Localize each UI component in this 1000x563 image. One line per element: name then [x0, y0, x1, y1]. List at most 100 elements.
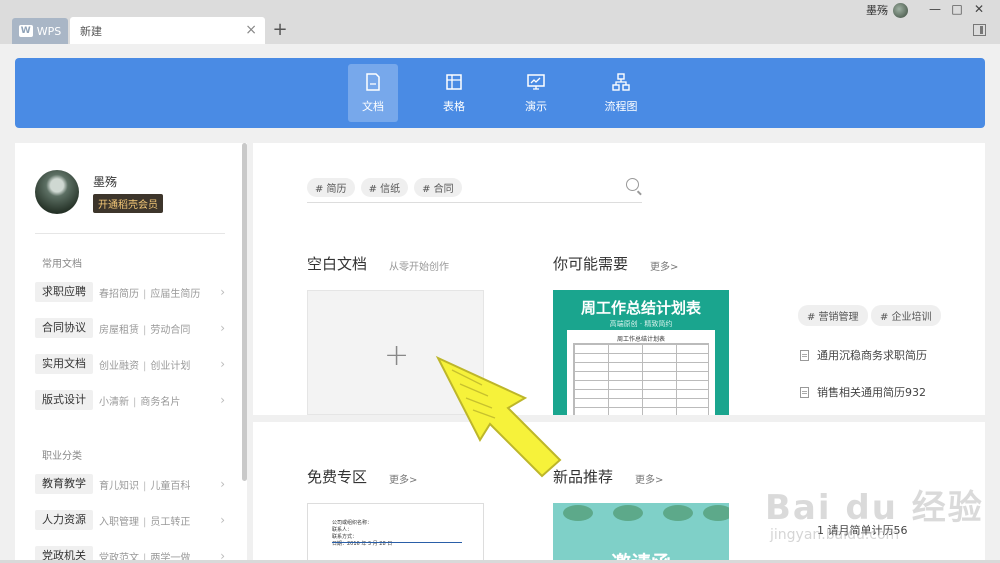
- vip-button[interactable]: 开通稻壳会员: [93, 194, 163, 213]
- search-tag[interactable]: # 信纸: [360, 177, 409, 197]
- free-card-rule: [332, 542, 462, 543]
- tab-wps[interactable]: W WPS: [12, 18, 68, 44]
- new-template-card[interactable]: 邀请函: [553, 503, 729, 563]
- template-preview: 周工作总结计划表: [567, 330, 715, 415]
- free-zone-title: 免费专区: [307, 468, 368, 486]
- recommend-tag[interactable]: # 企业培训: [871, 305, 941, 326]
- chevron-right-icon: ›: [220, 477, 225, 491]
- leaf-decoration: [663, 505, 693, 521]
- recommend-link-label: 通用沉稳商务求职简历: [817, 349, 927, 362]
- category-label[interactable]: 人力资源: [35, 510, 93, 530]
- divider: [35, 233, 225, 234]
- nav-table[interactable]: 表格: [429, 64, 479, 122]
- sidebar-scrollbar[interactable]: [242, 143, 247, 481]
- blank-doc-title: 空白文档: [307, 255, 368, 273]
- user-menu[interactable]: 墨殇: [866, 2, 908, 18]
- subcategory-link[interactable]: 商务名片: [140, 397, 180, 408]
- avatar-small: [893, 2, 908, 18]
- template-preview-title: 周工作总结计划表: [616, 336, 665, 343]
- sidebar-row[interactable]: 教育教学 育儿知识 | 儿童百科 ›: [35, 473, 225, 495]
- window-controls: — □ ✕: [924, 0, 990, 18]
- sidebar: 墨殇 开通稻壳会员 常用文档 求职应聘 春招简历 | 应届生简历 › 合同协议 房屋…: [15, 143, 247, 563]
- category-label[interactable]: 实用文档: [35, 354, 93, 374]
- template-title: 周工作总结计划表: [580, 299, 701, 317]
- subcategories: 房屋租赁 | 劳动合同: [99, 324, 191, 336]
- presentation-icon: [527, 74, 545, 90]
- nav-presentation[interactable]: 演示: [511, 64, 561, 122]
- tab-new-label: 新建: [80, 24, 102, 38]
- template-subtitle: 高端原创 · 精致简约: [609, 320, 673, 328]
- chevron-right-icon: ›: [220, 513, 225, 527]
- user-name-top: 墨殇: [866, 4, 888, 17]
- recommend-tag[interactable]: # 营销管理: [798, 305, 868, 326]
- user-name: 墨殇: [93, 175, 118, 189]
- section-title-common: 常用文档: [42, 259, 82, 270]
- category-label[interactable]: 教育教学: [35, 474, 93, 494]
- subcategory-link[interactable]: 创业计划: [150, 361, 190, 372]
- chevron-right-icon: ›: [220, 357, 225, 371]
- category-label[interactable]: 版式设计: [35, 390, 93, 410]
- free-template-card[interactable]: 公司或组织名称： 联系人： 联系方式： 日期：2016 年 3 月 28 日: [307, 503, 484, 563]
- title-bar: W WPS 新建 × + 墨殇 — □ ✕: [0, 0, 1000, 44]
- avatar[interactable]: [35, 170, 79, 214]
- sidebar-row[interactable]: 求职应聘 春招简历 | 应届生简历 ›: [35, 281, 225, 303]
- nav-document-label: 文档: [362, 100, 384, 113]
- leaf-decoration: [563, 505, 593, 521]
- search-icon[interactable]: [626, 178, 639, 191]
- subcategory-link[interactable]: 应届生简历: [150, 289, 200, 300]
- maybe-need-title: 你可能需要: [553, 255, 629, 273]
- nav-flowchart-label: 流程图: [604, 100, 638, 113]
- tab-close-icon[interactable]: ×: [245, 22, 257, 38]
- search-tag[interactable]: # 合同: [414, 177, 462, 197]
- flowchart-icon: [612, 73, 630, 91]
- subcategory-link[interactable]: 员工转正: [150, 517, 190, 528]
- leaf-decoration: [703, 505, 729, 521]
- subcategory-link[interactable]: 创业融资: [99, 361, 139, 372]
- subcategories: 春招简历 | 应届生简历: [99, 288, 201, 300]
- tab-wps-label: WPS: [36, 24, 62, 38]
- doc-file-icon: [800, 386, 809, 398]
- template-card[interactable]: 周工作总结计划表 高端原创 · 精致简约 周工作总结计划表: [553, 290, 729, 415]
- subcategory-link[interactable]: 小清新: [99, 397, 129, 408]
- search-bar[interactable]: # 简历 # 信纸 # 合同: [307, 172, 642, 203]
- plus-icon: +: [384, 338, 410, 373]
- sidebar-row[interactable]: 实用文档 创业融资 | 创业计划 ›: [35, 353, 225, 375]
- close-window-button[interactable]: ✕: [968, 0, 990, 18]
- section-title-career: 职业分类: [42, 451, 82, 462]
- watermark-url: jingyan.baidu.com: [770, 527, 900, 543]
- blank-doc-subtitle: 从零开始创作: [389, 262, 449, 273]
- chevron-right-icon: ›: [220, 285, 225, 299]
- more-link[interactable]: 更多>: [635, 471, 663, 486]
- doc-type-header: 文档 表格 演示 流程图: [15, 58, 985, 128]
- table-icon: [446, 74, 462, 90]
- more-link[interactable]: 更多>: [389, 471, 417, 486]
- subcategories: 小清新 | 商务名片: [99, 396, 181, 408]
- side-panel-toggle-icon[interactable]: [973, 24, 986, 36]
- subcategory-link[interactable]: 儿童百科: [150, 481, 190, 492]
- category-label[interactable]: 合同协议: [35, 318, 93, 338]
- leaf-decoration: [613, 505, 643, 521]
- subcategory-link[interactable]: 劳动合同: [150, 325, 190, 336]
- nav-document[interactable]: 文档: [348, 64, 398, 122]
- subcategory-link[interactable]: 育儿知识: [99, 481, 139, 492]
- sidebar-row[interactable]: 版式设计 小清新 | 商务名片 ›: [35, 389, 225, 411]
- recommend-link[interactable]: 销售相关通用简历932: [800, 384, 926, 400]
- recommend-link[interactable]: 通用沉稳商务求职简历: [800, 347, 927, 363]
- doc-file-icon: [800, 349, 809, 361]
- free-card-line: 联系人：: [332, 527, 353, 533]
- tab-new[interactable]: 新建 ×: [70, 17, 265, 44]
- search-tag[interactable]: # 简历: [307, 177, 355, 197]
- free-card-line: 联系方式：: [332, 534, 358, 540]
- add-tab-button[interactable]: +: [272, 20, 288, 40]
- sidebar-row[interactable]: 人力资源 入职管理 | 员工转正 ›: [35, 509, 225, 531]
- category-label[interactable]: 求职应聘: [35, 282, 93, 302]
- recommend-link-label: 销售相关通用简历932: [817, 386, 926, 399]
- subcategory-link[interactable]: 春招简历: [99, 289, 139, 300]
- subcategory-link[interactable]: 房屋租赁: [99, 325, 139, 336]
- minimize-button[interactable]: —: [924, 0, 946, 18]
- sidebar-row[interactable]: 合同协议 房屋租赁 | 劳动合同 ›: [35, 317, 225, 339]
- nav-flowchart[interactable]: 流程图: [596, 64, 646, 122]
- subcategory-link[interactable]: 入职管理: [99, 517, 139, 528]
- maximize-button[interactable]: □: [946, 0, 968, 18]
- more-link[interactable]: 更多>: [650, 258, 678, 273]
